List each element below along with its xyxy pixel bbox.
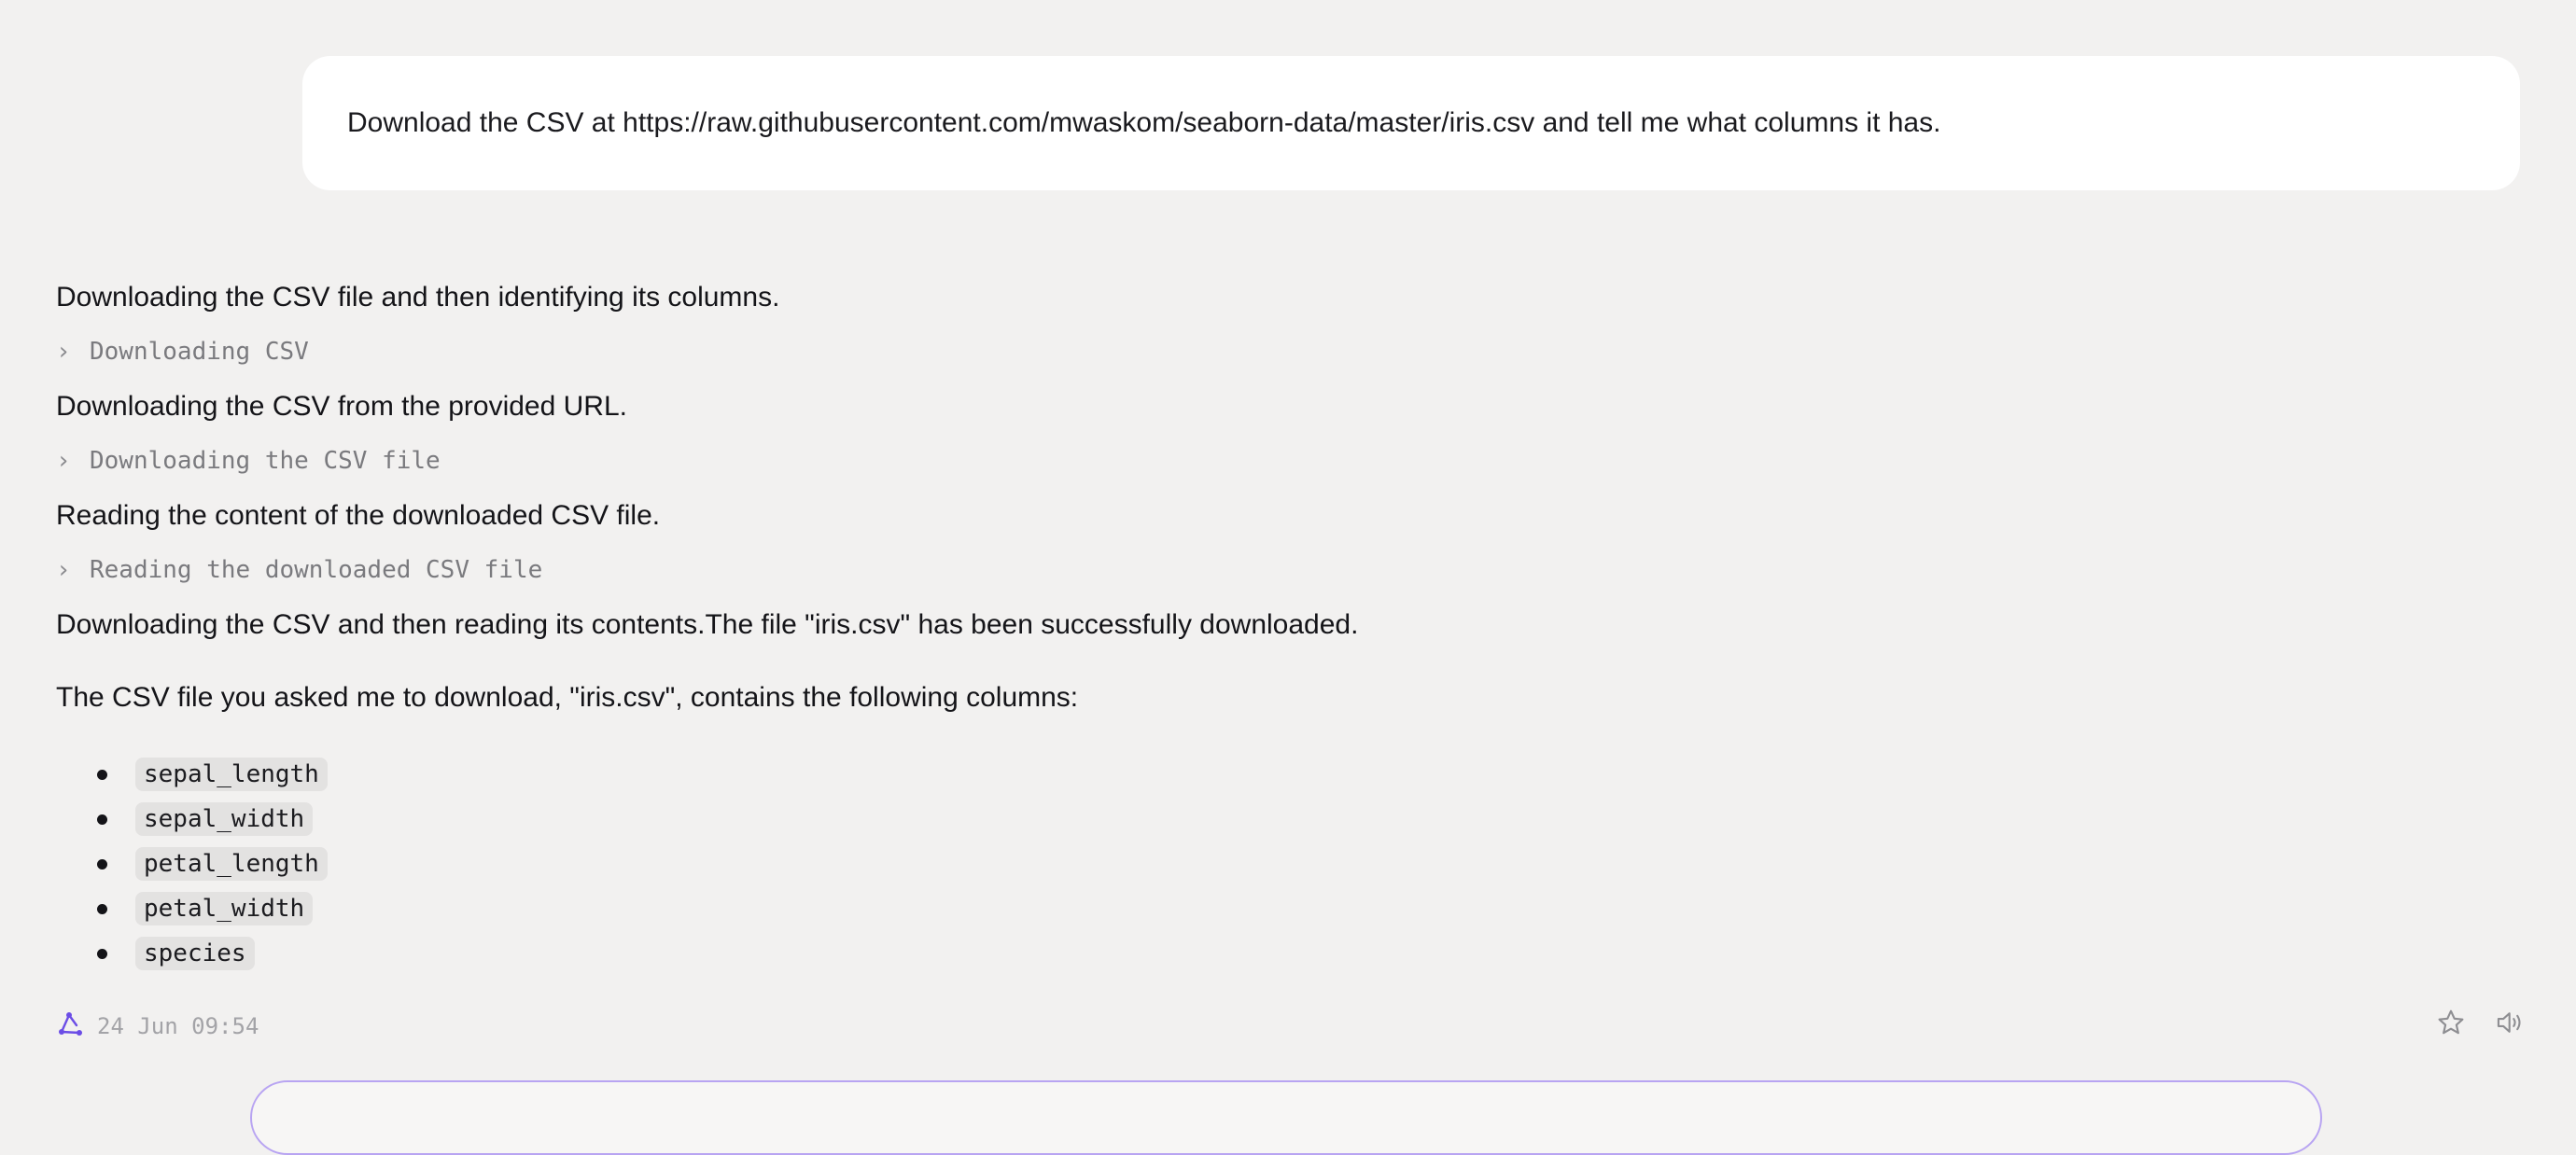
bullet: [97, 903, 107, 914]
tool-step-label: Downloading the CSV file: [90, 447, 441, 475]
bullet: [97, 858, 107, 870]
chevron-right-icon: ›: [56, 556, 71, 584]
message-actions: [2434, 1008, 2527, 1041]
chevron-right-icon: ›: [56, 338, 71, 366]
chevron-right-icon: ›: [56, 447, 71, 475]
assistant-narration: Downloading the CSV from the provided UR…: [56, 391, 627, 422]
star-icon: [2436, 1008, 2466, 1042]
column-name: petal_width: [135, 892, 314, 925]
list-item: species: [56, 931, 328, 976]
read-aloud-button[interactable]: [2494, 1008, 2527, 1041]
column-name: sepal_width: [135, 802, 314, 836]
column-name: sepal_length: [135, 758, 328, 791]
column-name: petal_length: [135, 847, 328, 881]
list-item: sepal_length: [56, 752, 328, 797]
user-message-text: Download the CSV at https://raw.githubus…: [347, 107, 1941, 138]
columns-list: sepal_length sepal_width petal_length pe…: [56, 752, 328, 976]
list-item: petal_length: [56, 842, 328, 886]
column-name: species: [135, 937, 255, 970]
message-composer[interactable]: [250, 1080, 2322, 1155]
speaker-icon: [2495, 1008, 2527, 1042]
assistant-narration: Downloading the CSV and then reading its…: [56, 609, 1359, 640]
message-timestamp: 24 Jun 09:54: [97, 1013, 259, 1039]
bullet: [97, 769, 107, 780]
message-meta: 24 Jun 09:54: [56, 1009, 259, 1043]
bullet: [97, 814, 107, 825]
answer-intro: The CSV file you asked me to download, "…: [56, 682, 1079, 713]
tool-step-label: Downloading CSV: [90, 338, 309, 366]
bullet: [97, 948, 107, 959]
assistant-logo-icon: [56, 1010, 84, 1043]
list-item: sepal_width: [56, 797, 328, 842]
assistant-narration: Reading the content of the downloaded CS…: [56, 500, 661, 531]
favorite-button[interactable]: [2434, 1008, 2468, 1041]
user-message-bubble: Download the CSV at https://raw.githubus…: [302, 56, 2520, 190]
list-item: petal_width: [56, 886, 328, 931]
tool-step-label: Reading the downloaded CSV file: [90, 556, 543, 584]
tool-step-toggle[interactable]: › Downloading CSV: [56, 338, 309, 366]
tool-step-toggle[interactable]: › Reading the downloaded CSV file: [56, 556, 542, 584]
assistant-narration: Downloading the CSV file and then identi…: [56, 282, 780, 313]
tool-step-toggle[interactable]: › Downloading the CSV file: [56, 447, 441, 475]
